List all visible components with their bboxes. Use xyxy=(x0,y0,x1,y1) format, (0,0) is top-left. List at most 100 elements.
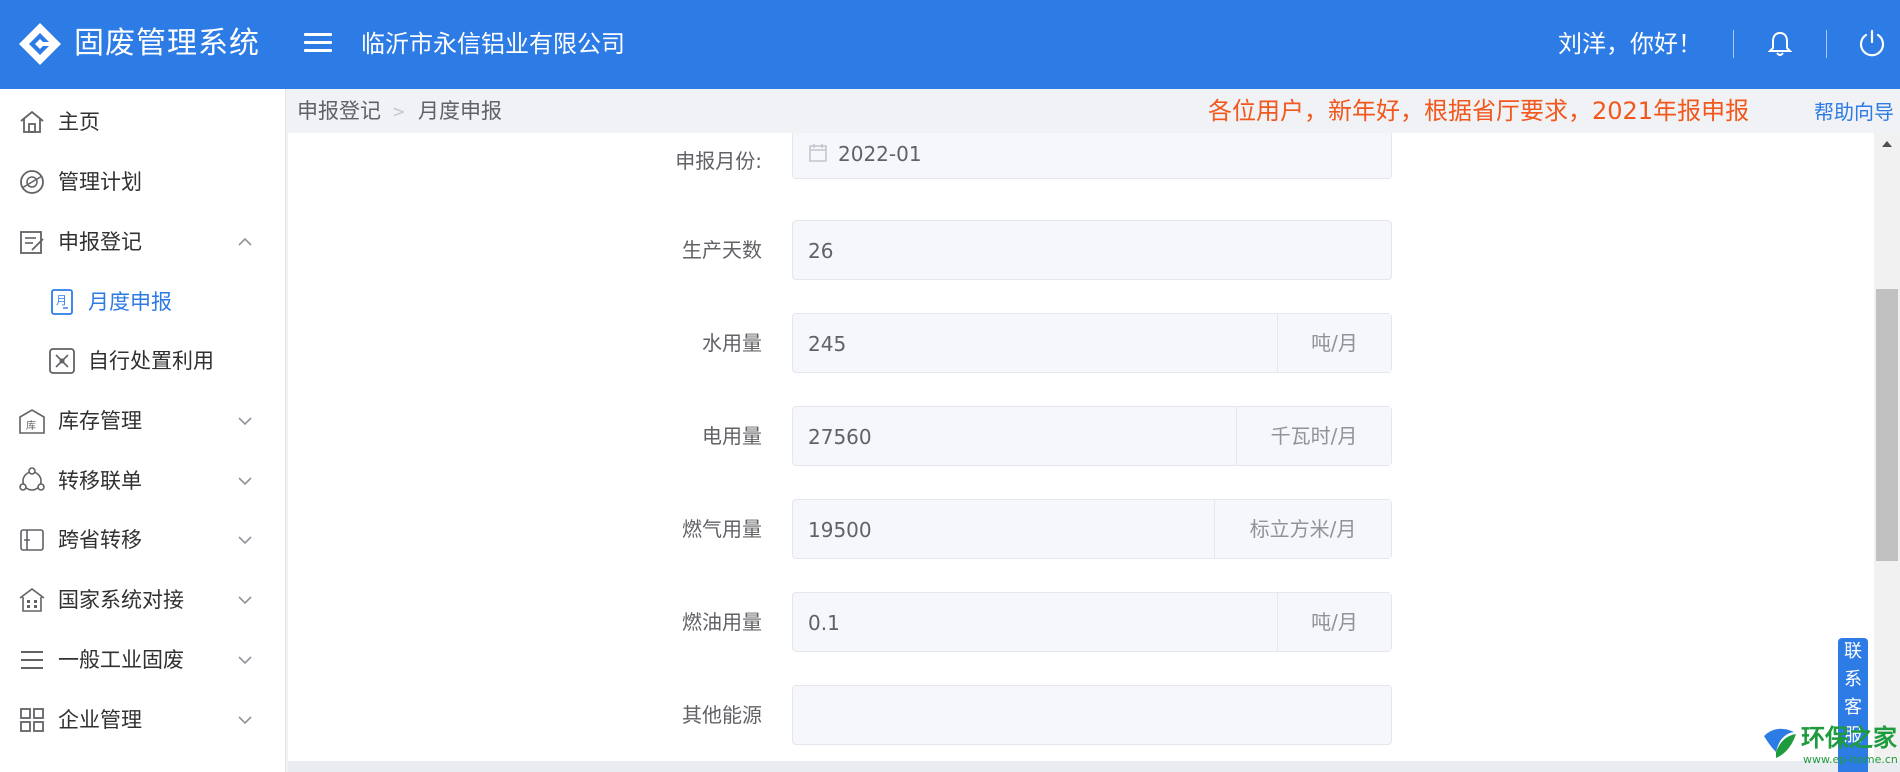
field-label: 水用量 xyxy=(702,331,762,355)
plan-icon xyxy=(20,170,44,194)
sidebar-item-label: 主页 xyxy=(58,110,100,134)
sidebar-item-label: 国家系统对接 xyxy=(58,588,184,612)
vertical-scrollbar[interactable] xyxy=(1874,133,1900,761)
sidebar-item-monthly[interactable]: 月 月度申报 xyxy=(0,272,285,332)
register-icon xyxy=(20,231,44,254)
field-value: 245 xyxy=(808,332,847,356)
form-row-fuel: 燃油用量 0.1 吨/月 xyxy=(288,592,1874,652)
form-row-production-days: 生产天数 26 xyxy=(288,220,1874,280)
report-month-field[interactable]: 2022-01 xyxy=(792,133,1392,179)
sidebar-item-register[interactable]: 申报登记 xyxy=(0,212,285,272)
unit-suffix: 千瓦时/月 xyxy=(1236,407,1391,465)
sidebar-item-warehouse[interactable]: 库 库存管理 xyxy=(0,391,285,451)
sidebar-item-enterprise[interactable]: 企业管理 xyxy=(0,690,285,750)
monthly-report-form: 申报月份: 2022-01 生产天数 26 水用量 245 吨/月 电用量 27… xyxy=(288,133,1874,761)
form-row-electricity: 电用量 27560 千瓦时/月 xyxy=(288,406,1874,466)
sidebar-item-cross-province[interactable]: 跨省转移 xyxy=(0,510,285,570)
sidebar: 主页 管理计划 申报登记 月 月度申报 自行处置利用 库 库存管理 转移联单 跨… xyxy=(0,89,286,772)
sidebar-item-national[interactable]: 国家系统对接 xyxy=(0,570,285,630)
header-divider xyxy=(1826,30,1827,58)
field-label: 其他能源 xyxy=(682,703,762,727)
breadcrumb-item-register[interactable]: 申报登记 xyxy=(297,98,381,124)
list-icon xyxy=(21,651,43,669)
calendar-icon xyxy=(809,144,827,162)
electricity-usage-field[interactable]: 27560 千瓦时/月 xyxy=(792,406,1392,466)
unit-suffix: 吨/月 xyxy=(1277,593,1391,651)
field-value: 19500 xyxy=(808,518,872,542)
user-greeting[interactable]: 刘洋，你好！ xyxy=(1558,28,1702,60)
field-value: 26 xyxy=(808,239,834,263)
cs-char: 客 xyxy=(1844,697,1862,718)
form-row-other-energy: 其他能源 xyxy=(288,685,1874,745)
scroll-thumb[interactable] xyxy=(1876,289,1898,561)
home-icon xyxy=(20,110,44,133)
app-title: 固废管理系统 xyxy=(74,26,260,61)
breadcrumb-separator: > xyxy=(392,102,406,121)
notice-marquee: 各位用户，新年好，根据省厅要求，2021年报申报 xyxy=(1208,95,1900,127)
chevron-up-icon xyxy=(238,237,252,246)
sidebar-item-general-waste[interactable]: 一般工业固废 xyxy=(0,630,285,690)
form-row-gas: 燃气用量 19500 标立方米/月 xyxy=(288,499,1874,559)
company-name: 临沂市永信铝业有限公司 xyxy=(361,30,625,58)
dispose-icon xyxy=(49,348,75,374)
production-days-field[interactable]: 26 xyxy=(792,220,1392,280)
monthly-icon: 月 xyxy=(51,289,73,315)
gas-usage-field[interactable]: 19500 标立方米/月 xyxy=(792,499,1392,559)
sidebar-item-label: 库存管理 xyxy=(58,409,142,433)
field-label: 电用量 xyxy=(702,424,762,448)
field-label: 燃油用量 xyxy=(682,610,762,634)
sidebar-item-home[interactable]: 主页 xyxy=(0,92,285,152)
cs-char: 系 xyxy=(1844,669,1862,690)
help-guide-link[interactable]: 帮助向导 xyxy=(1814,99,1894,125)
field-label: 生产天数 xyxy=(682,238,762,262)
scroll-up-arrow[interactable] xyxy=(1882,141,1892,147)
chevron-down-icon xyxy=(238,656,252,665)
power-icon[interactable] xyxy=(1857,28,1887,58)
sidebar-item-transfer[interactable]: 转移联单 xyxy=(0,451,285,511)
menu-icon[interactable] xyxy=(304,28,332,56)
sidebar-item-label: 申报登记 xyxy=(58,230,142,254)
sidebar-item-label: 跨省转移 xyxy=(58,528,142,552)
top-header: 固废管理系统 临沂市永信铝业有限公司 刘洋，你好！ xyxy=(0,0,1900,89)
national-icon xyxy=(19,588,45,612)
sidebar-item-label: 月度申报 xyxy=(88,290,172,314)
watermark-text: 环保之家 xyxy=(1801,724,1897,752)
sidebar-item-plan[interactable]: 管理计划 xyxy=(0,152,285,212)
chevron-down-icon xyxy=(238,477,252,486)
form-row-month: 申报月份: 2022-01 xyxy=(288,133,1874,179)
logo-icon xyxy=(19,23,61,65)
bell-icon[interactable] xyxy=(1766,30,1794,58)
chevron-down-icon xyxy=(238,716,252,725)
grid-icon xyxy=(20,708,44,732)
other-energy-field[interactable] xyxy=(792,685,1392,745)
field-value: 27560 xyxy=(808,425,872,449)
water-usage-field[interactable]: 245 吨/月 xyxy=(792,313,1392,373)
breadcrumb: 申报登记 > 月度申报 各位用户，新年好，根据省厅要求，2021年报申报 帮助向… xyxy=(288,89,1900,133)
field-value: 0.1 xyxy=(808,611,840,635)
sidebar-item-label: 一般工业固废 xyxy=(58,648,184,672)
watermark-url: www.ep-home.cn xyxy=(1803,753,1898,766)
sidebar-item-label: 转移联单 xyxy=(58,469,142,493)
field-label: 申报月份: xyxy=(675,149,762,173)
cs-char: 联 xyxy=(1844,641,1862,662)
notice-text: 各位用户，新年好，根据省厅要求，2021年报申报 xyxy=(1208,97,1750,125)
transfer-icon xyxy=(19,467,45,491)
sidebar-item-label: 自行处置利用 xyxy=(88,349,214,373)
chevron-down-icon xyxy=(238,417,252,426)
unit-suffix: 标立方米/月 xyxy=(1214,500,1391,558)
cross-province-icon xyxy=(20,529,44,551)
field-value: 2022-01 xyxy=(838,142,922,166)
chevron-down-icon xyxy=(238,596,252,605)
breadcrumb-item-monthly: 月度申报 xyxy=(418,99,502,123)
chevron-down-icon xyxy=(238,536,252,545)
field-label: 燃气用量 xyxy=(682,517,762,541)
fuel-usage-field[interactable]: 0.1 吨/月 xyxy=(792,592,1392,652)
header-divider xyxy=(1733,30,1734,58)
sidebar-item-label: 管理计划 xyxy=(58,170,142,194)
warehouse-icon: 库 xyxy=(19,409,45,434)
form-row-water: 水用量 245 吨/月 xyxy=(288,313,1874,373)
sidebar-item-label: 企业管理 xyxy=(58,708,142,732)
sidebar-item-dispose[interactable]: 自行处置利用 xyxy=(0,331,285,391)
unit-suffix: 吨/月 xyxy=(1277,314,1391,372)
bottom-strip xyxy=(288,761,1900,772)
